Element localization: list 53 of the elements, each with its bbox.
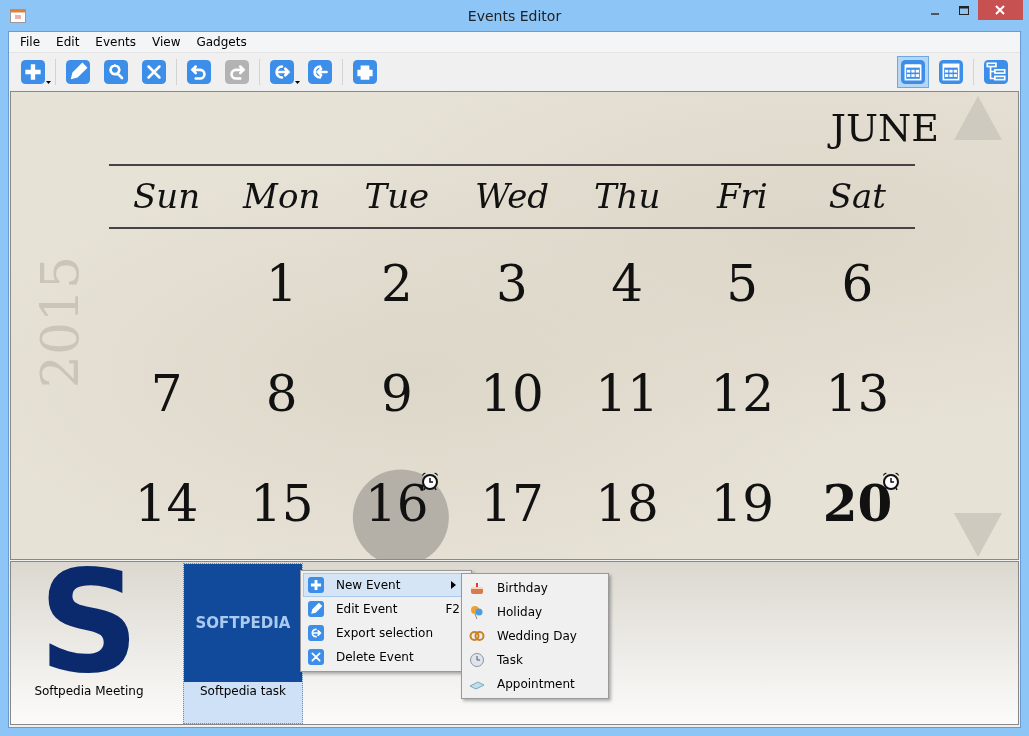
rings-icon <box>469 628 485 644</box>
day-number[interactable]: 9 <box>380 364 413 423</box>
day-number[interactable]: 1 <box>265 254 298 313</box>
menu-item[interactable]: Events <box>87 35 144 49</box>
weekday-label: Tue <box>363 176 431 217</box>
weekday-label: Thu <box>592 176 662 217</box>
close-button[interactable] <box>978 0 1023 20</box>
day-number[interactable]: 19 <box>710 474 775 533</box>
day-number[interactable]: 17 <box>480 474 544 533</box>
day-number[interactable]: 5 <box>726 254 759 313</box>
submenu-arrow-icon <box>451 581 456 589</box>
weekday-label: Mon <box>241 176 322 217</box>
month-view-button[interactable] <box>897 56 929 88</box>
day-number[interactable]: 15 <box>249 474 314 533</box>
caret-icon <box>46 81 51 84</box>
event-tile[interactable]: SOFTPEDIA Softpedia task <box>183 563 303 724</box>
app-icon <box>10 8 26 23</box>
day-number[interactable]: 14 <box>134 474 199 533</box>
day-number[interactable]: 10 <box>480 364 544 423</box>
day-number[interactable]: 12 <box>710 364 775 423</box>
edit-icon <box>308 601 324 617</box>
cake-icon <box>469 580 485 596</box>
weekday-label: Wed <box>473 176 550 217</box>
day-number[interactable]: 13 <box>825 364 890 423</box>
add-icon <box>308 577 324 593</box>
day-number[interactable]: 6 <box>841 254 874 313</box>
weekday-label: Sun <box>132 176 202 217</box>
day-number[interactable]: 16 <box>365 474 429 533</box>
day-number[interactable]: 11 <box>595 364 659 423</box>
event-label: Softpedia Meeting <box>34 683 144 700</box>
day-number[interactable]: 8 <box>265 364 298 423</box>
event-label: Softpedia task <box>199 683 287 700</box>
menu-item[interactable]: View <box>144 35 189 49</box>
day-number[interactable]: 4 <box>611 254 644 313</box>
export-icon <box>308 625 324 641</box>
balloons-icon <box>469 604 485 620</box>
logo-letter: S <box>38 564 140 682</box>
menu-item[interactable]: File <box>12 35 49 49</box>
day-number[interactable]: 7 <box>150 364 183 423</box>
day-number[interactable]: 18 <box>595 474 659 533</box>
day-number[interactable]: 20 <box>822 474 893 534</box>
menu-item[interactable]: Appointment <box>464 672 606 696</box>
logo-wordmark: SOFTPEDIA <box>195 614 291 632</box>
caret-icon <box>295 81 300 84</box>
clock-icon <box>469 652 485 668</box>
day-number[interactable]: 2 <box>380 254 413 313</box>
menu-item[interactable]: Edit <box>48 35 88 49</box>
weekday-label: Sat <box>827 176 888 217</box>
day-number[interactable]: 3 <box>496 254 528 313</box>
menu-item[interactable]: Gadgets <box>188 35 255 49</box>
window-title: Events Editor <box>467 7 562 24</box>
delete-icon <box>308 649 324 665</box>
weekday-label: Fri <box>715 176 769 217</box>
